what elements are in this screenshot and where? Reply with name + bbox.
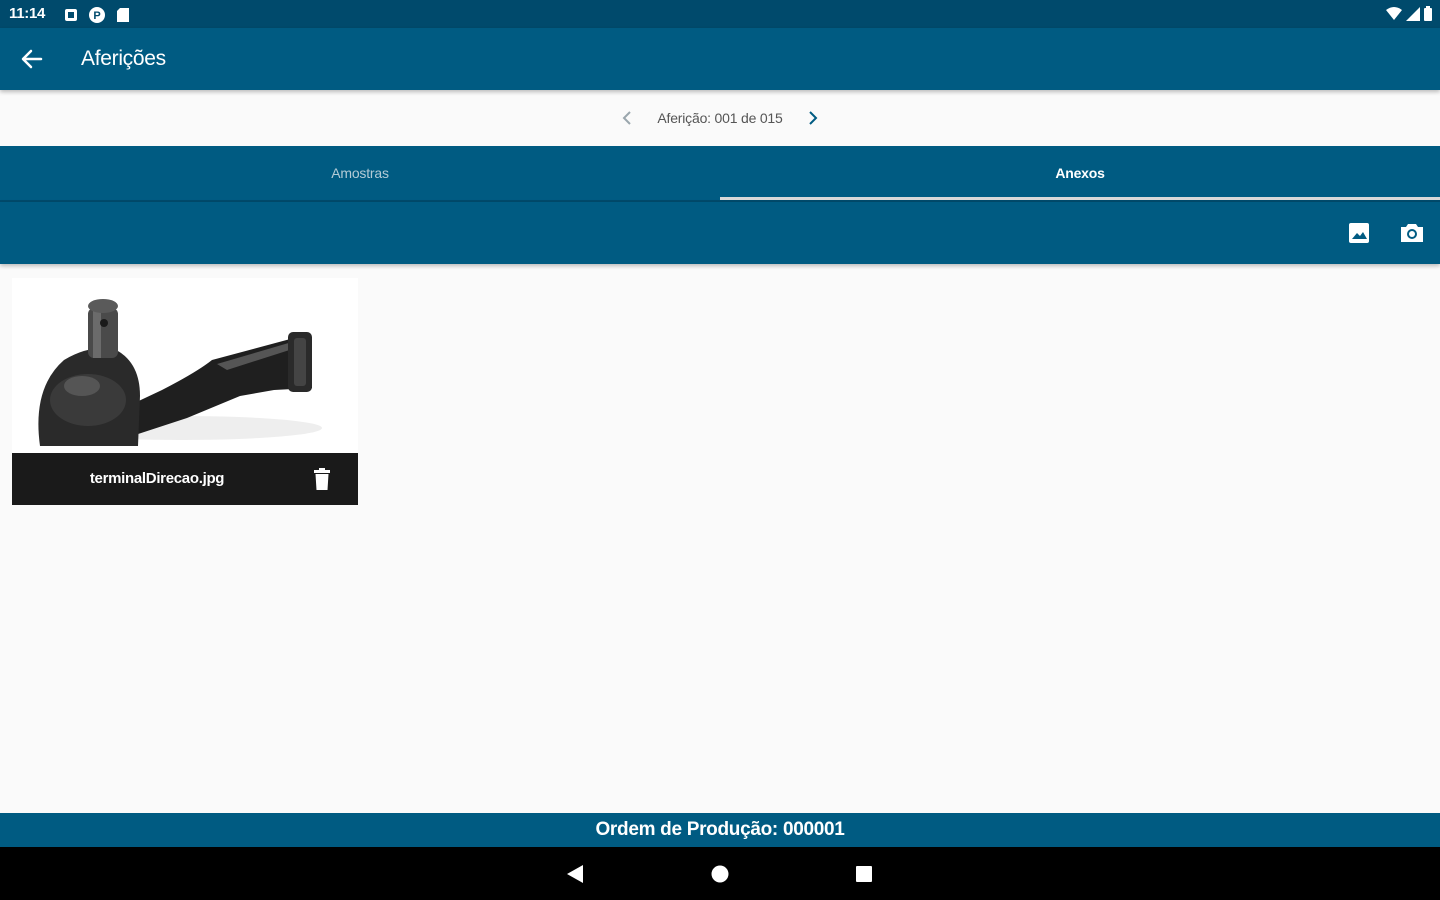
status-bar: 11:14 P [0, 0, 1440, 28]
app-notification-icon: P [89, 7, 105, 23]
trash-icon [314, 468, 330, 490]
nav-home-button[interactable] [707, 861, 733, 887]
pager-label: Aferição: 001 de 015 [657, 110, 783, 126]
camera-icon [1401, 224, 1423, 242]
back-button[interactable] [14, 43, 50, 75]
arrow-left-icon [21, 49, 43, 69]
wifi-icon [1386, 6, 1402, 20]
system-navigation-bar [0, 847, 1440, 900]
triangle-back-icon [567, 865, 583, 883]
delete-attachment-button[interactable] [308, 465, 336, 493]
square-recents-icon [856, 866, 872, 882]
tab-bar: Amostras Anexos [0, 146, 1440, 202]
notification-icon [65, 9, 77, 21]
production-order-footer: Ordem de Produção: 000001 [0, 813, 1440, 847]
next-button[interactable] [801, 106, 825, 130]
chevron-left-icon [622, 111, 632, 125]
signal-icon [1406, 6, 1420, 21]
battery-icon [1424, 6, 1432, 21]
attachment-caption: terminalDirecao.jpg [12, 453, 358, 505]
status-notifications: P [64, 6, 130, 24]
attachments-toolbar [0, 202, 1440, 264]
attachment-card[interactable]: terminalDirecao.jpg [12, 278, 358, 505]
sd-card-icon [117, 8, 129, 22]
image-icon [1349, 223, 1369, 243]
tab-indicator [720, 197, 1440, 200]
status-time: 11:14 [9, 5, 46, 22]
measurement-pager: Aferição: 001 de 015 [0, 90, 1440, 146]
camera-button[interactable] [1398, 219, 1426, 247]
gallery-button[interactable] [1345, 219, 1373, 247]
tab-anexos[interactable]: Anexos [720, 146, 1440, 200]
attachment-thumbnail[interactable] [12, 278, 358, 453]
nav-recents-button[interactable] [851, 861, 877, 887]
tab-amostras[interactable]: Amostras [0, 146, 720, 200]
circle-home-icon [711, 865, 729, 883]
chevron-right-icon [808, 111, 818, 125]
app-bar: Aferições [0, 28, 1440, 90]
nav-back-button[interactable] [562, 861, 588, 887]
previous-button[interactable] [615, 106, 639, 130]
page-title: Aferições [81, 47, 166, 70]
svg-text:P: P [93, 10, 100, 22]
attachment-file-name: terminalDirecao.jpg [89, 470, 225, 487]
status-system-icons [1386, 6, 1432, 21]
production-order-label: Ordem de Produção: 000001 [595, 819, 845, 840]
